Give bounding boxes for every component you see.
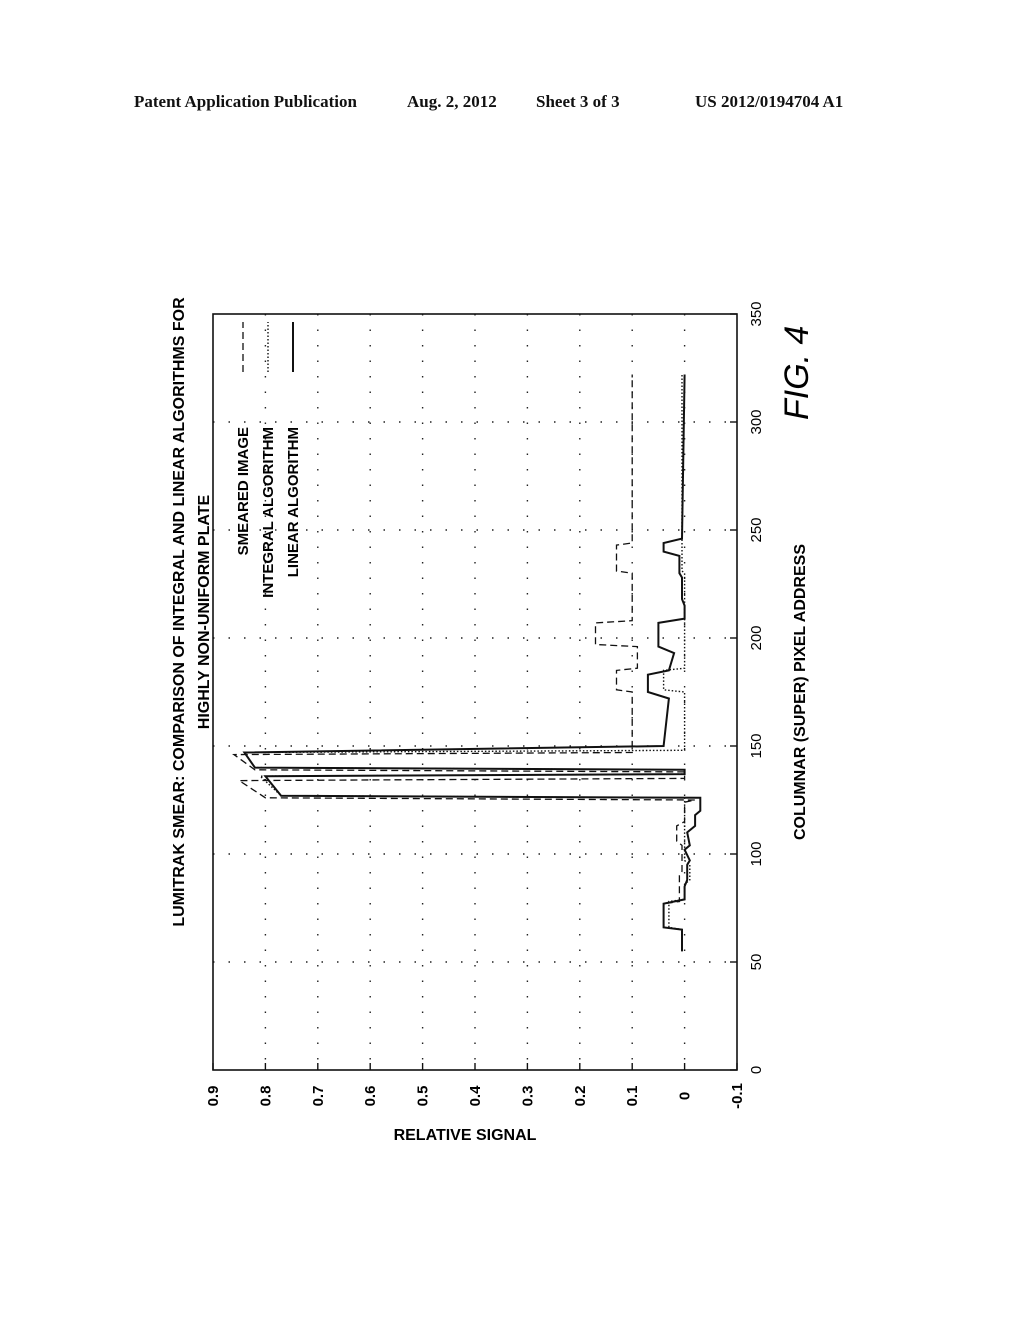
figure-label: FIG. 4	[778, 326, 816, 420]
y-tick-label: 0.6	[362, 1086, 379, 1107]
axis-labels: 0 50 100 150 200 250 300 350 -0.1 0 0.1 0.2 0.3 0.4 0.…	[171, 297, 809, 1144]
y-tick-label: 0.7	[310, 1086, 327, 1107]
y-tick-label: 0.8	[257, 1086, 274, 1107]
y-tick-label: 0.4	[467, 1085, 484, 1107]
y-tick-label: 0.5	[415, 1086, 432, 1107]
chart-title-line: LUMITRAK SMEAR: COMPARISON OF INTEGRAL A…	[171, 297, 188, 927]
x-tick-label: 100	[748, 841, 765, 866]
legend-label: SMEARED IMAGE	[235, 427, 252, 555]
series-line-integral-algorithm	[243, 374, 691, 952]
x-tick-label: 250	[748, 517, 765, 542]
legend-label: LINEAR ALGORITHM	[285, 427, 302, 577]
y-tick-label: 0	[677, 1092, 694, 1100]
y-tick-label: 0.3	[519, 1086, 536, 1107]
x-tick-label: 150	[748, 733, 765, 758]
x-tick-label: 350	[748, 301, 765, 326]
y-axis-label: RELATIVE SIGNAL	[394, 1127, 537, 1144]
y-tick-label: -0.1	[729, 1083, 746, 1109]
series-group	[232, 374, 702, 952]
y-tick-label: 0.1	[624, 1086, 641, 1107]
x-tick-label: 300	[748, 409, 765, 434]
legend-label: INTEGRAL ALGORITHM	[260, 427, 277, 598]
chart-title-line: HIGHLY NON-UNIFORM PLATE	[196, 494, 213, 729]
x-axis-label: COLUMNAR (SUPER) PIXEL ADDRESS	[792, 544, 809, 840]
series-line-smeared-image	[232, 374, 696, 952]
legend: SMEARED IMAGE INTEGRAL ALGORITHM LINEAR AL…	[235, 322, 302, 598]
y-tick-label: 0.2	[572, 1086, 589, 1107]
x-tick-label: 0	[748, 1066, 765, 1074]
y-tick-label: 0.9	[205, 1086, 222, 1107]
x-tick-label: 200	[748, 625, 765, 650]
x-tick-label: 50	[748, 954, 765, 971]
figure-chart: SMEARED IMAGE INTEGRAL ALGORITHM LINEAR AL…	[171, 297, 816, 1144]
